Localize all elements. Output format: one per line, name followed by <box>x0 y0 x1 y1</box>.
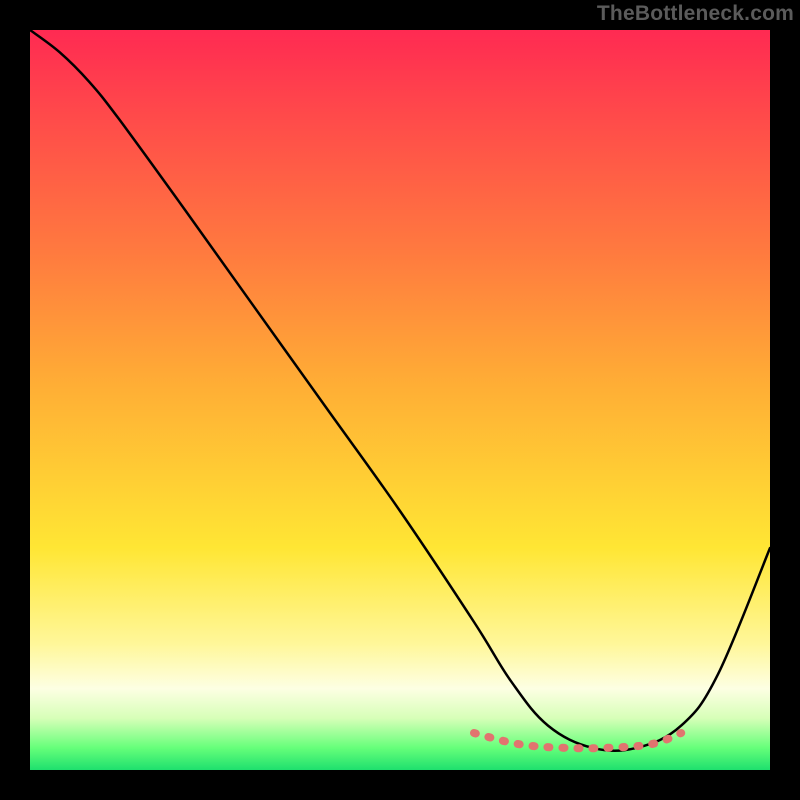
bottleneck-curve-path <box>30 30 770 751</box>
plot-area <box>30 30 770 770</box>
chart-container: TheBottleneck.com <box>0 0 800 800</box>
watermark-text: TheBottleneck.com <box>597 2 794 26</box>
chart-svg <box>30 30 770 770</box>
optimal-range-path <box>474 733 681 748</box>
